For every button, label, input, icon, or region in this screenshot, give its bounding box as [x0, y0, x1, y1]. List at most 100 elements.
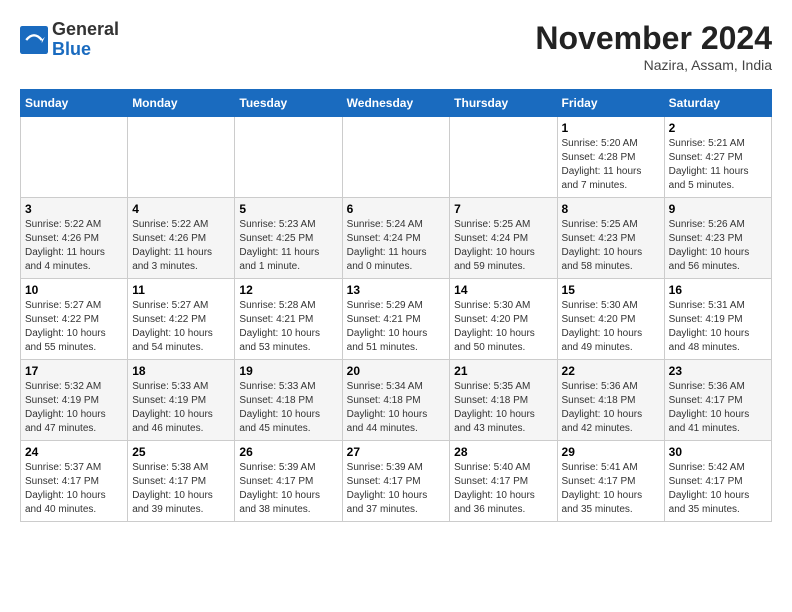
week-row-3: 10 Sunrise: 5:27 AM Sunset: 4:22 PM Dayli…: [21, 279, 772, 360]
day-number: 28: [454, 445, 552, 459]
day-number: 13: [347, 283, 446, 297]
day-number: 29: [562, 445, 660, 459]
calendar-cell: 22 Sunrise: 5:36 AM Sunset: 4:18 PM Dayli…: [557, 360, 664, 441]
day-number: 26: [239, 445, 337, 459]
calendar-cell: 14 Sunrise: 5:30 AM Sunset: 4:20 PM Dayli…: [450, 279, 557, 360]
day-info: Sunrise: 5:38 AM Sunset: 4:17 PM Dayligh…: [132, 461, 230, 517]
calendar-cell: [235, 117, 342, 198]
day-number: 4: [132, 202, 230, 216]
day-number: 21: [454, 364, 552, 378]
day-info: Sunrise: 5:36 AM Sunset: 4:18 PM Dayligh…: [562, 380, 660, 436]
day-number: 18: [132, 364, 230, 378]
week-row-2: 3 Sunrise: 5:22 AM Sunset: 4:26 PM Daylig…: [21, 198, 772, 279]
day-number: 19: [239, 364, 337, 378]
day-info: Sunrise: 5:39 AM Sunset: 4:17 PM Dayligh…: [347, 461, 446, 517]
day-info: Sunrise: 5:20 AM Sunset: 4:28 PM Dayligh…: [562, 137, 660, 193]
calendar-cell: [128, 117, 235, 198]
page-header: General Blue November 2024 Nazira, Assam…: [20, 20, 772, 73]
calendar-cell: 16 Sunrise: 5:31 AM Sunset: 4:19 PM Dayli…: [664, 279, 771, 360]
calendar-table: SundayMondayTuesdayWednesdayThursdayFrid…: [20, 89, 772, 522]
day-info: Sunrise: 5:27 AM Sunset: 4:22 PM Dayligh…: [132, 299, 230, 355]
calendar-cell: 10 Sunrise: 5:27 AM Sunset: 4:22 PM Dayli…: [21, 279, 128, 360]
day-info: Sunrise: 5:42 AM Sunset: 4:17 PM Dayligh…: [669, 461, 767, 517]
logo-text: General Blue: [52, 20, 119, 60]
logo-blue-text: Blue: [52, 39, 91, 59]
calendar-cell: 12Sunrise: 5:28 AM Sunset: 4:21 PM Dayli…: [235, 279, 342, 360]
logo: General Blue: [20, 20, 119, 60]
day-info: Sunrise: 5:31 AM Sunset: 4:19 PM Dayligh…: [669, 299, 767, 355]
day-number: 22: [562, 364, 660, 378]
header-sunday: Sunday: [21, 90, 128, 117]
calendar-cell: [342, 117, 450, 198]
day-info: Sunrise: 5:26 AM Sunset: 4:23 PM Dayligh…: [669, 218, 767, 274]
day-info: Sunrise: 5:32 AM Sunset: 4:19 PM Dayligh…: [25, 380, 123, 436]
header-wednesday: Wednesday: [342, 90, 450, 117]
day-info: Sunrise: 5:30 AM Sunset: 4:20 PM Dayligh…: [454, 299, 552, 355]
day-number: 15: [562, 283, 660, 297]
day-number: 30: [669, 445, 767, 459]
day-number: 8: [562, 202, 660, 216]
week-row-1: 1 Sunrise: 5:20 AM Sunset: 4:28 PM Daylig…: [21, 117, 772, 198]
page-title: November 2024: [535, 20, 772, 57]
calendar-cell: 30 Sunrise: 5:42 AM Sunset: 4:17 PM Dayli…: [664, 441, 771, 522]
day-info: Sunrise: 5:25 AM Sunset: 4:24 PM Dayligh…: [454, 218, 552, 274]
week-row-4: 17 Sunrise: 5:32 AM Sunset: 4:19 PM Dayli…: [21, 360, 772, 441]
day-number: 17: [25, 364, 123, 378]
header-thursday: Thursday: [450, 90, 557, 117]
page-subtitle: Nazira, Assam, India: [535, 57, 772, 73]
day-number: 11: [132, 283, 230, 297]
day-number: 5: [239, 202, 337, 216]
calendar-cell: 27 Sunrise: 5:39 AM Sunset: 4:17 PM Dayli…: [342, 441, 450, 522]
day-number: 3: [25, 202, 123, 216]
title-block: November 2024 Nazira, Assam, India: [535, 20, 772, 73]
day-number: 20: [347, 364, 446, 378]
calendar-cell: 2 Sunrise: 5:21 AM Sunset: 4:27 PM Daylig…: [664, 117, 771, 198]
day-info: Sunrise: 5:37 AM Sunset: 4:17 PM Dayligh…: [25, 461, 123, 517]
calendar-header-row: SundayMondayTuesdayWednesdayThursdayFrid…: [21, 90, 772, 117]
day-number: 23: [669, 364, 767, 378]
week-row-5: 24Sunrise: 5:37 AM Sunset: 4:17 PM Dayli…: [21, 441, 772, 522]
day-number: 14: [454, 283, 552, 297]
calendar-header: SundayMondayTuesdayWednesdayThursdayFrid…: [21, 90, 772, 117]
day-info: Sunrise: 5:40 AM Sunset: 4:17 PM Dayligh…: [454, 461, 552, 517]
calendar-cell: 23 Sunrise: 5:36 AM Sunset: 4:17 PM Dayli…: [664, 360, 771, 441]
header-monday: Monday: [128, 90, 235, 117]
day-info: Sunrise: 5:33 AM Sunset: 4:19 PM Dayligh…: [132, 380, 230, 436]
calendar-cell: 13 Sunrise: 5:29 AM Sunset: 4:21 PM Dayli…: [342, 279, 450, 360]
day-info: Sunrise: 5:28 AM Sunset: 4:21 PM Dayligh…: [239, 299, 337, 355]
day-info: Sunrise: 5:36 AM Sunset: 4:17 PM Dayligh…: [669, 380, 767, 436]
calendar-cell: 5Sunrise: 5:23 AM Sunset: 4:25 PM Daylig…: [235, 198, 342, 279]
day-info: Sunrise: 5:27 AM Sunset: 4:22 PM Dayligh…: [25, 299, 123, 355]
calendar-cell: 6 Sunrise: 5:24 AM Sunset: 4:24 PM Daylig…: [342, 198, 450, 279]
day-number: 10: [25, 283, 123, 297]
calendar-cell: 26 Sunrise: 5:39 AM Sunset: 4:17 PM Dayli…: [235, 441, 342, 522]
day-info: Sunrise: 5:22 AM Sunset: 4:26 PM Dayligh…: [25, 218, 123, 274]
day-info: Sunrise: 5:34 AM Sunset: 4:18 PM Dayligh…: [347, 380, 446, 436]
day-info: Sunrise: 5:25 AM Sunset: 4:23 PM Dayligh…: [562, 218, 660, 274]
day-info: Sunrise: 5:39 AM Sunset: 4:17 PM Dayligh…: [239, 461, 337, 517]
calendar-cell: 17 Sunrise: 5:32 AM Sunset: 4:19 PM Dayli…: [21, 360, 128, 441]
day-number: 25: [132, 445, 230, 459]
day-number: 27: [347, 445, 446, 459]
header-tuesday: Tuesday: [235, 90, 342, 117]
calendar-cell: 24Sunrise: 5:37 AM Sunset: 4:17 PM Dayli…: [21, 441, 128, 522]
day-number: 16: [669, 283, 767, 297]
calendar-cell: 19 Sunrise: 5:33 AM Sunset: 4:18 PM Dayli…: [235, 360, 342, 441]
day-info: Sunrise: 5:29 AM Sunset: 4:21 PM Dayligh…: [347, 299, 446, 355]
day-info: Sunrise: 5:24 AM Sunset: 4:24 PM Dayligh…: [347, 218, 446, 274]
logo-icon: [20, 26, 48, 54]
calendar-cell: 1 Sunrise: 5:20 AM Sunset: 4:28 PM Daylig…: [557, 117, 664, 198]
day-number: 9: [669, 202, 767, 216]
day-info: Sunrise: 5:41 AM Sunset: 4:17 PM Dayligh…: [562, 461, 660, 517]
day-number: 6: [347, 202, 446, 216]
calendar-cell: 18 Sunrise: 5:33 AM Sunset: 4:19 PM Dayli…: [128, 360, 235, 441]
calendar-cell: 20 Sunrise: 5:34 AM Sunset: 4:18 PM Dayli…: [342, 360, 450, 441]
day-number: 1: [562, 121, 660, 135]
calendar-cell: 21Sunrise: 5:35 AM Sunset: 4:18 PM Dayli…: [450, 360, 557, 441]
day-number: 2: [669, 121, 767, 135]
day-info: Sunrise: 5:33 AM Sunset: 4:18 PM Dayligh…: [239, 380, 337, 436]
calendar-body: 1 Sunrise: 5:20 AM Sunset: 4:28 PM Daylig…: [21, 117, 772, 522]
calendar-cell: 25 Sunrise: 5:38 AM Sunset: 4:17 PM Dayli…: [128, 441, 235, 522]
day-info: Sunrise: 5:21 AM Sunset: 4:27 PM Dayligh…: [669, 137, 767, 193]
header-friday: Friday: [557, 90, 664, 117]
